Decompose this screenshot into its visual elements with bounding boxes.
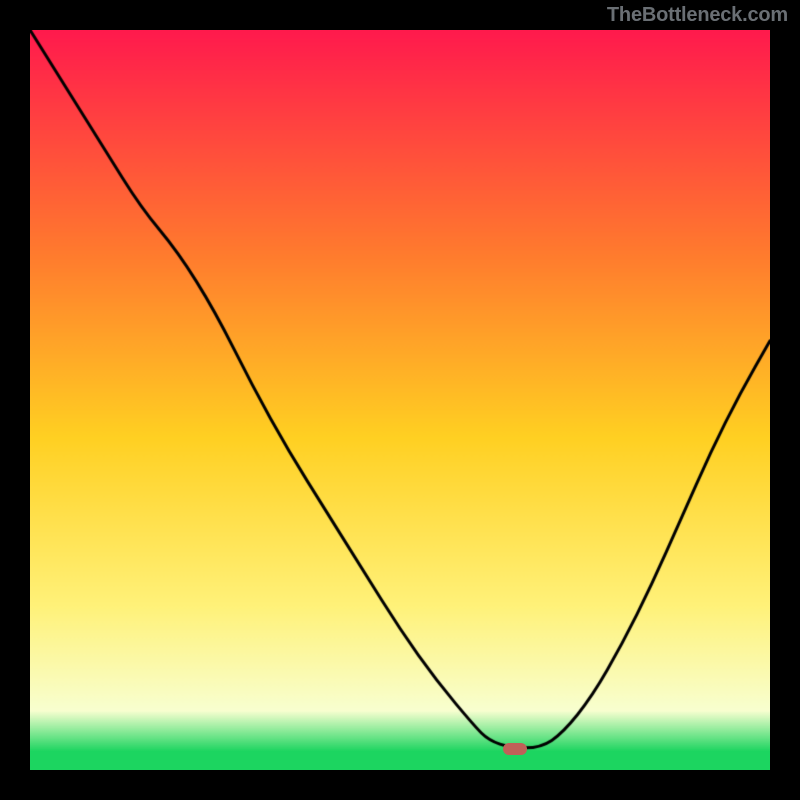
chart-frame (30, 30, 770, 770)
bottleneck-chart-canvas (30, 30, 770, 770)
optimal-point-marker (503, 743, 527, 755)
watermark-text: TheBottleneck.com (607, 4, 788, 27)
